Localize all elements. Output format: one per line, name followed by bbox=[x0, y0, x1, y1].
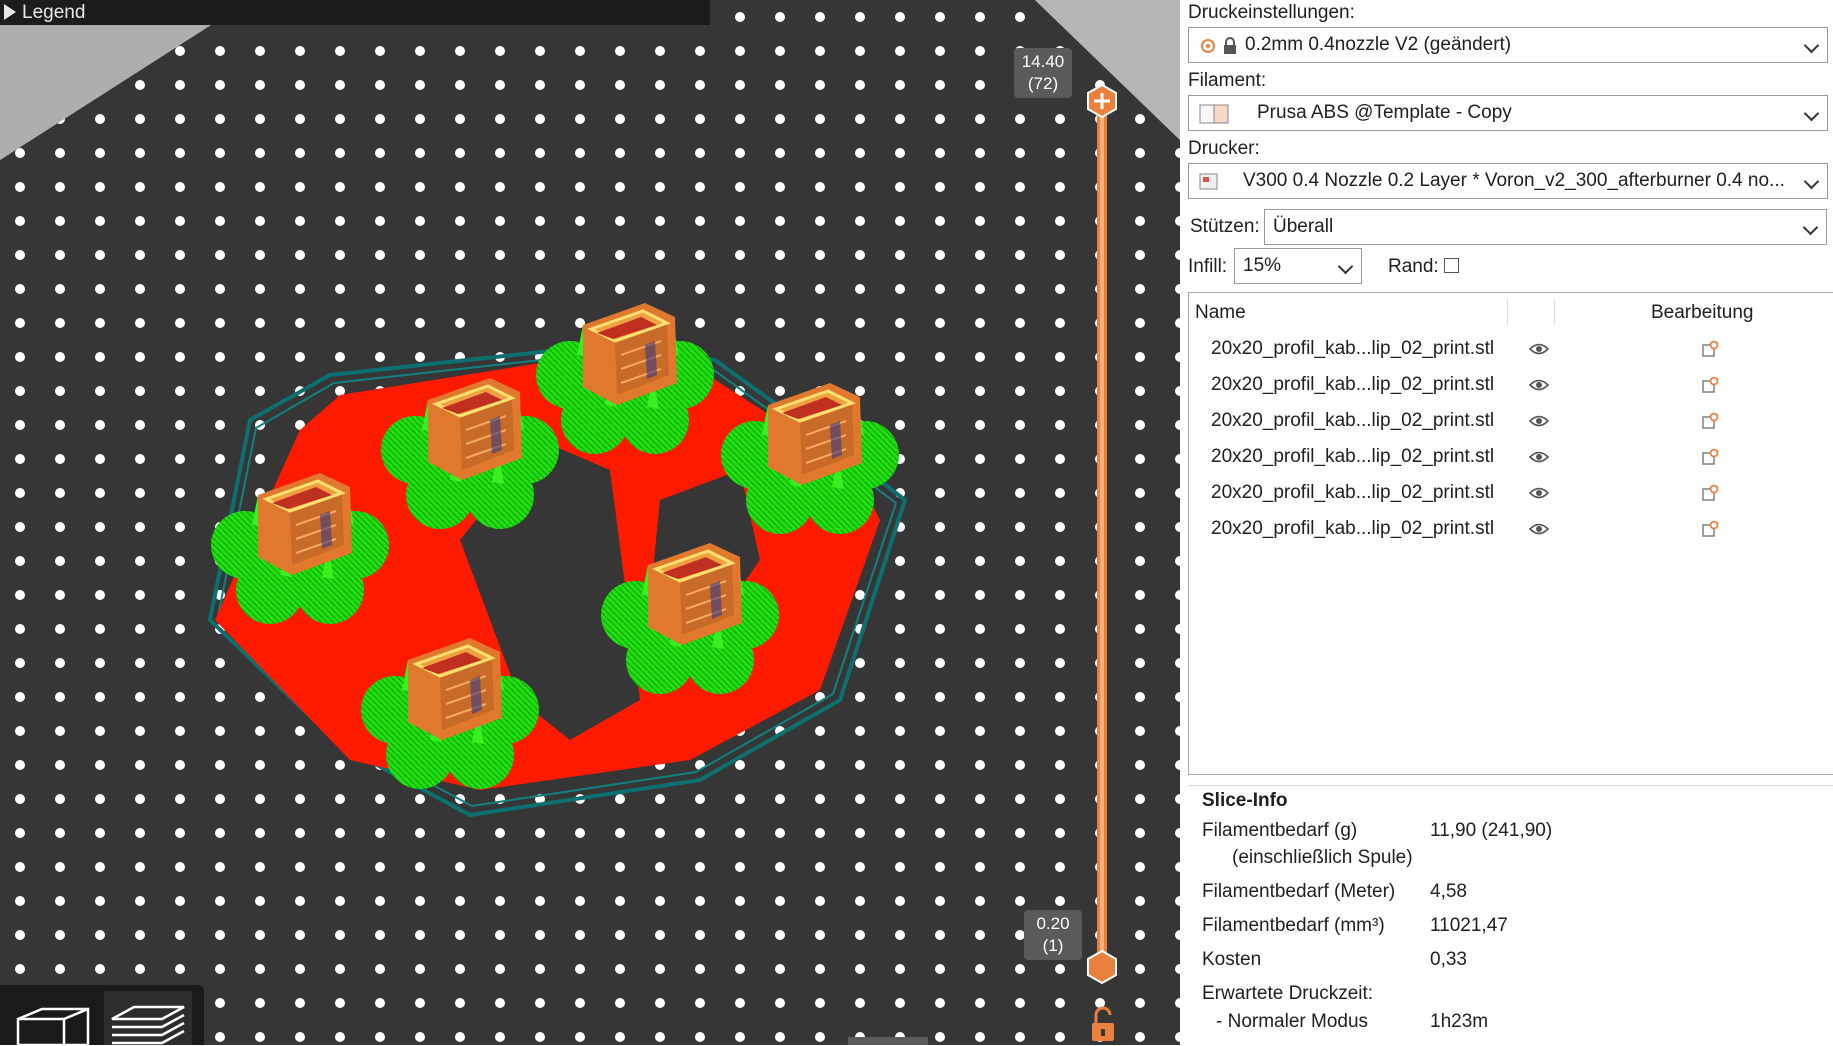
print-time-label: Erwartete Druckzeit: bbox=[1202, 983, 1374, 1004]
object-name: 20x20_profil_kab...lip_02_print.stl bbox=[1211, 482, 1495, 503]
filament-label: Filament: bbox=[1188, 70, 1267, 91]
legend-label: Legend bbox=[22, 2, 86, 23]
normal-mode-value: 1h23m bbox=[1430, 1011, 1489, 1032]
filament-g-sub: (einschließlich Spule) bbox=[1232, 847, 1413, 868]
column-edit[interactable]: Bearbeitung bbox=[1651, 293, 1753, 333]
3d-view-icon bbox=[16, 1007, 90, 1045]
chevron-down-icon bbox=[1803, 173, 1820, 190]
brim-label: Rand: bbox=[1388, 256, 1439, 277]
infill-value: 15% bbox=[1243, 255, 1282, 276]
layer-bottom-height: 0.20 bbox=[1036, 914, 1070, 933]
edit-settings-icon[interactable] bbox=[1701, 340, 1719, 358]
object-list-row[interactable]: 20x20_profil_kab...lip_02_print.stl bbox=[1189, 511, 1833, 547]
supports-combo[interactable]: Überall bbox=[1264, 209, 1827, 245]
object-list-header: Name Bearbeitung bbox=[1189, 293, 1833, 331]
edit-settings-icon[interactable] bbox=[1701, 412, 1719, 430]
eye-icon[interactable] bbox=[1529, 414, 1549, 428]
infill-combo[interactable]: 15% bbox=[1234, 248, 1362, 284]
chevron-down-icon bbox=[1802, 219, 1819, 236]
eye-icon[interactable] bbox=[1529, 486, 1549, 500]
layer-slider[interactable] bbox=[1080, 85, 1130, 1045]
printer-combo[interactable]: V300 0.4 Nozzle 0.2 Layer * Voron_v2_300… bbox=[1188, 163, 1828, 199]
filament-m-label: Filamentbedarf (Meter) bbox=[1202, 881, 1396, 902]
printer-value: V300 0.4 Nozzle 0.2 Layer * Voron_v2_300… bbox=[1243, 170, 1785, 191]
filament-combo[interactable]: Prusa ABS @Template - Copy bbox=[1188, 95, 1828, 131]
filament-mm3-value: 11021,47 bbox=[1430, 915, 1508, 936]
object-name: 20x20_profil_kab...lip_02_print.stl bbox=[1211, 446, 1495, 467]
object-name: 20x20_profil_kab...lip_02_print.stl bbox=[1211, 518, 1495, 539]
preview-layers-icon bbox=[111, 1005, 185, 1045]
object-name: 20x20_profil_kab...lip_02_print.stl bbox=[1211, 374, 1495, 395]
layer-bottom-index: (1) bbox=[1042, 936, 1064, 955]
brim-checkbox[interactable] bbox=[1444, 258, 1459, 273]
filament-g-label: Filamentbedarf (g) bbox=[1202, 820, 1358, 841]
legend-toggle[interactable]: Legend bbox=[0, 0, 710, 25]
supports-value: Überall bbox=[1273, 216, 1334, 237]
slice-info-panel: Slice-Info Filamentbedarf (g) 11,90 (241… bbox=[1188, 785, 1833, 1046]
cost-value: 0,33 bbox=[1430, 949, 1467, 970]
3d-view-button[interactable] bbox=[8, 991, 96, 1045]
slice-info-title: Slice-Info bbox=[1202, 790, 1288, 811]
eye-icon[interactable] bbox=[1529, 450, 1549, 464]
unlock-icon[interactable] bbox=[1092, 1006, 1114, 1041]
chevron-down-icon bbox=[1803, 37, 1820, 54]
column-name[interactable]: Name bbox=[1195, 293, 1246, 333]
object-list-row[interactable]: 20x20_profil_kab...lip_02_print.stl bbox=[1189, 367, 1833, 403]
filament-m-value: 4,58 bbox=[1430, 881, 1467, 902]
gear-lock-icon bbox=[1201, 37, 1236, 54]
normal-mode-label: - Normaler Modus bbox=[1216, 1011, 1369, 1032]
edit-settings-icon[interactable] bbox=[1701, 484, 1719, 502]
layer-top-height: 14.40 bbox=[1021, 52, 1065, 71]
chevron-down-icon bbox=[1337, 258, 1354, 275]
eye-icon[interactable] bbox=[1529, 342, 1549, 356]
settings-sidebar: Druckeinstellungen: 0.2mm 0.4nozzle V2 (… bbox=[1180, 0, 1833, 1045]
filament-mm3-label: Filamentbedarf (mm³) bbox=[1202, 915, 1385, 936]
filament-color-icon bbox=[1199, 104, 1229, 124]
layer-slider-bottom-handle[interactable] bbox=[1087, 949, 1117, 985]
object-name: 20x20_profil_kab...lip_02_print.stl bbox=[1211, 410, 1495, 431]
preview-button[interactable] bbox=[104, 991, 192, 1045]
supports-label: Stützen: bbox=[1190, 216, 1260, 237]
object-name: 20x20_profil_kab...lip_02_print.stl bbox=[1211, 338, 1495, 359]
object-list: Name Bearbeitung 20x20_profil_kab...lip_… bbox=[1188, 292, 1833, 775]
object-list-row[interactable]: 20x20_profil_kab...lip_02_print.stl bbox=[1189, 403, 1833, 439]
cost-label: Kosten bbox=[1202, 949, 1262, 970]
layer-top-tooltip: 14.40 (72) bbox=[1014, 48, 1072, 98]
print-bed-scene bbox=[0, 0, 1180, 1045]
layer-bottom-tooltip: 0.20 (1) bbox=[1024, 910, 1082, 960]
eye-icon[interactable] bbox=[1529, 378, 1549, 392]
object-list-row[interactable]: 20x20_profil_kab...lip_02_print.stl bbox=[1189, 331, 1833, 367]
infill-label: Infill: bbox=[1188, 256, 1228, 277]
object-list-row[interactable]: 20x20_profil_kab...lip_02_print.stl bbox=[1189, 475, 1833, 511]
printer-icon bbox=[1199, 173, 1218, 190]
edit-settings-icon[interactable] bbox=[1701, 376, 1719, 394]
expand-triangle-icon bbox=[4, 4, 16, 20]
printer-label: Drucker: bbox=[1188, 138, 1260, 159]
column-divider bbox=[1554, 299, 1555, 325]
view-mode-bar bbox=[0, 985, 204, 1045]
print-settings-label: Druckeinstellungen: bbox=[1188, 2, 1355, 23]
3d-preview-viewport[interactable]: 14.40 (72) 0.20 (1) Legend bbox=[0, 0, 1180, 1045]
object-list-row[interactable]: 20x20_profil_kab...lip_02_print.stl bbox=[1189, 439, 1833, 475]
edit-settings-icon[interactable] bbox=[1701, 520, 1719, 538]
eye-icon[interactable] bbox=[1529, 522, 1549, 536]
edit-settings-icon[interactable] bbox=[1701, 448, 1719, 466]
print-settings-combo[interactable]: 0.2mm 0.4nozzle V2 (geändert) bbox=[1188, 27, 1828, 63]
filament-value: Prusa ABS @Template - Copy bbox=[1257, 102, 1512, 123]
print-settings-value: 0.2mm 0.4nozzle V2 (geändert) bbox=[1245, 34, 1512, 55]
layer-top-index: (72) bbox=[1027, 74, 1059, 93]
chevron-down-icon bbox=[1803, 105, 1820, 122]
column-divider bbox=[1507, 299, 1508, 325]
filament-g-value: 11,90 (241,90) bbox=[1430, 820, 1553, 841]
